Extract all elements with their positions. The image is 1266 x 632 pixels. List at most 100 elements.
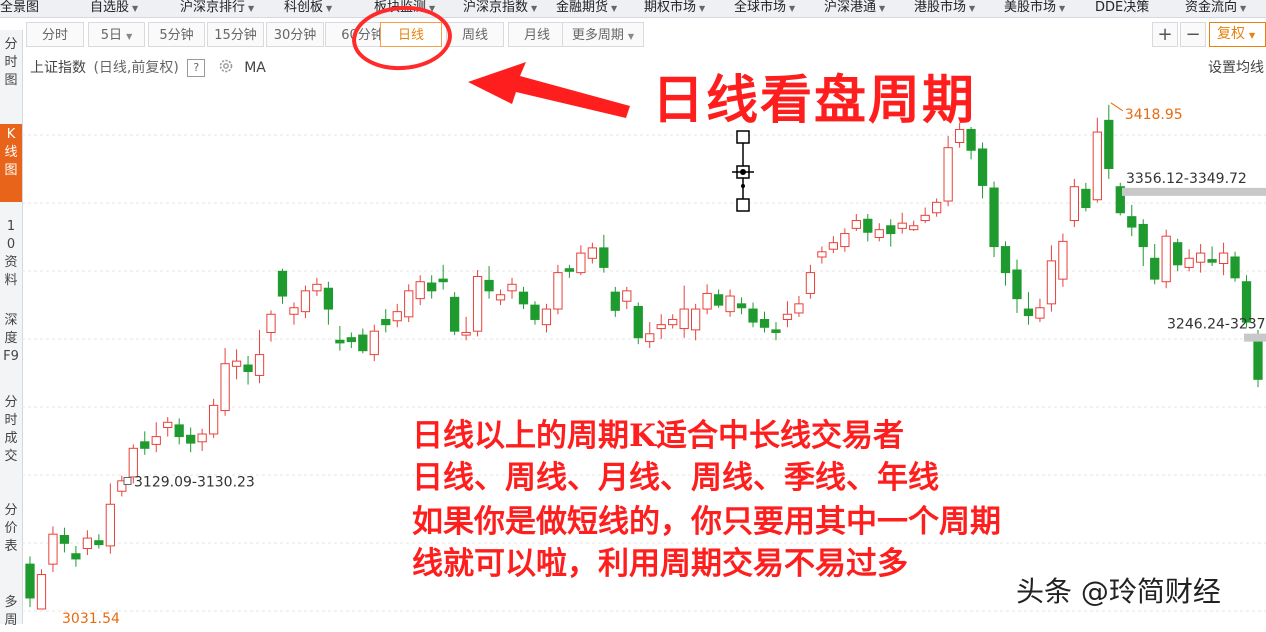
candle[interactable]	[1161, 229, 1171, 289]
candle[interactable]	[300, 285, 311, 319]
candle[interactable]	[461, 316, 471, 341]
candle[interactable]	[645, 322, 655, 349]
candle[interactable]	[909, 220, 919, 231]
candle[interactable]	[943, 135, 953, 207]
period-button[interactable]: 更多周期 ▼	[562, 22, 644, 47]
candle[interactable]	[186, 427, 196, 453]
candle[interactable]	[1127, 204, 1137, 237]
candle[interactable]	[151, 422, 161, 453]
candle[interactable]	[48, 526, 58, 572]
nav-item[interactable]: 美股市场 ▼	[1004, 0, 1065, 17]
candle[interactable]	[587, 242, 597, 264]
candle[interactable]	[679, 285, 689, 338]
side-tab[interactable]: 分价表	[0, 500, 22, 590]
candle[interactable]	[335, 325, 345, 351]
candle[interactable]	[817, 246, 827, 264]
candle[interactable]	[94, 534, 104, 549]
nav-item[interactable]: 自选股 ▼	[90, 0, 138, 17]
candle[interactable]	[82, 530, 93, 556]
nav-item[interactable]: 期权市场 ▼	[644, 0, 705, 17]
period-button[interactable]: 5日 ▼	[88, 22, 145, 47]
candle[interactable]	[1012, 259, 1022, 313]
candle[interactable]	[1218, 242, 1229, 276]
candle[interactable]	[392, 303, 402, 328]
candle[interactable]	[794, 296, 804, 317]
candle[interactable]	[36, 569, 47, 610]
candle[interactable]	[1138, 219, 1148, 267]
candle[interactable]	[231, 349, 242, 380]
candle[interactable]	[736, 297, 747, 315]
candle[interactable]	[1081, 182, 1091, 212]
candle[interactable]	[863, 214, 873, 242]
candle[interactable]	[450, 292, 460, 336]
candle[interactable]	[748, 302, 758, 328]
candle[interactable]	[243, 355, 253, 385]
side-tab[interactable]: 10资料	[0, 216, 22, 288]
nav-item[interactable]: 沪深京指数 ▼	[463, 0, 537, 17]
candle[interactable]	[266, 310, 276, 342]
period-button[interactable]: 5分钟	[148, 22, 205, 47]
candle[interactable]	[851, 214, 861, 231]
candle[interactable]	[220, 348, 230, 416]
candle[interactable]	[576, 245, 586, 276]
candle[interactable]	[599, 234, 609, 273]
candle[interactable]	[932, 198, 942, 217]
candle[interactable]	[828, 236, 838, 254]
candle[interactable]	[541, 303, 552, 333]
candle[interactable]	[691, 303, 701, 341]
period-button[interactable]: 15分钟	[207, 22, 264, 47]
candle[interactable]	[977, 142, 988, 199]
candle[interactable]	[771, 322, 781, 341]
set-ma-button[interactable]: 设置均线	[1208, 57, 1264, 77]
candle[interactable]	[312, 277, 322, 297]
candle[interactable]	[323, 281, 334, 325]
candle[interactable]	[1115, 182, 1125, 216]
ma-label[interactable]: MA	[244, 60, 266, 76]
candle[interactable]	[277, 268, 288, 304]
nav-item[interactable]: 科创板 ▼	[284, 0, 332, 17]
candle[interactable]	[1069, 178, 1080, 228]
candle[interactable]	[140, 431, 150, 455]
candle[interactable]	[1058, 233, 1068, 287]
candle[interactable]	[622, 286, 632, 310]
side-tab[interactable]: 分时图	[0, 34, 22, 104]
candle[interactable]	[610, 286, 620, 317]
candle[interactable]	[530, 301, 540, 325]
candle[interactable]	[105, 483, 115, 554]
nav-item[interactable]: 金融期货 ▼	[556, 0, 617, 17]
candle[interactable]	[415, 275, 425, 306]
candle[interactable]	[656, 314, 666, 339]
candle[interactable]	[71, 545, 81, 567]
period-button[interactable]: 周线	[446, 22, 504, 47]
period-button[interactable]: 月线	[508, 22, 566, 47]
candle[interactable]	[1150, 243, 1160, 285]
candle[interactable]	[564, 264, 575, 278]
candle[interactable]	[897, 212, 907, 234]
candle[interactable]	[507, 277, 517, 299]
candle[interactable]	[208, 398, 219, 438]
candle[interactable]	[289, 302, 299, 325]
adjust-rights-dropdown[interactable]: 复权 ▼	[1209, 22, 1266, 47]
candle[interactable]	[725, 289, 735, 317]
candle[interactable]	[404, 284, 414, 323]
candle[interactable]	[1184, 249, 1194, 272]
candle[interactable]	[1000, 241, 1011, 286]
nav-item[interactable]: DDE决策	[1095, 0, 1149, 17]
candle[interactable]	[438, 264, 448, 290]
candle[interactable]	[472, 270, 483, 337]
nav-item[interactable]: 沪深京排行 ▼	[180, 0, 254, 17]
candle[interactable]	[782, 301, 793, 328]
nav-item[interactable]: 港股市场 ▼	[914, 0, 975, 17]
candle[interactable]	[1023, 292, 1034, 325]
candle[interactable]	[713, 289, 724, 308]
period-button[interactable]: 分时	[26, 22, 84, 47]
candle[interactable]	[254, 329, 265, 384]
candle[interactable]	[369, 324, 379, 362]
period-button[interactable]: 30分钟	[266, 22, 324, 47]
candle[interactable]	[174, 418, 184, 445]
candle[interactable]	[633, 302, 643, 345]
zoom-out-button[interactable]: −	[1180, 22, 1206, 47]
candle[interactable]	[197, 428, 207, 451]
nav-item[interactable]: 资金流向 ▼	[1185, 0, 1246, 17]
candle[interactable]	[346, 332, 356, 349]
